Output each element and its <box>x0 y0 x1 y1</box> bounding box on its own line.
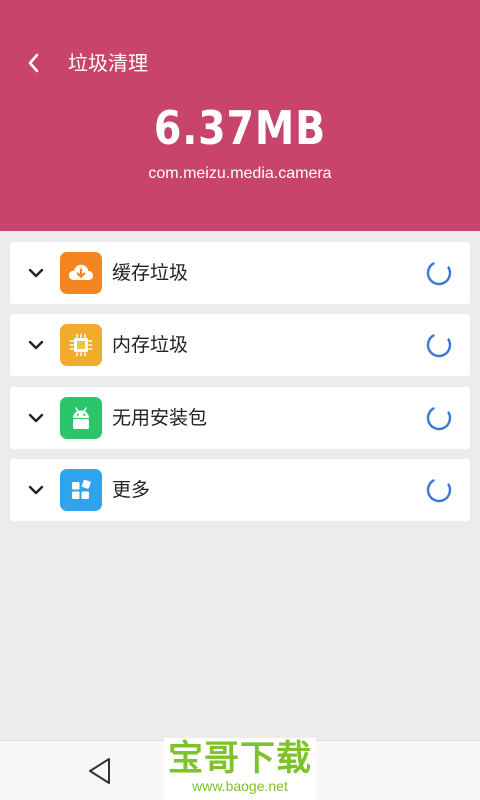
page-title: 垃圾清理 <box>68 51 148 75</box>
category-label: 更多 <box>112 479 151 501</box>
chip-icon <box>60 324 102 366</box>
category-label: 无用安装包 <box>112 407 208 429</box>
watermark: 宝哥下载 www.baoge.net <box>164 738 316 800</box>
loading-spinner-icon <box>426 262 452 286</box>
junk-size-value: 6.37MB <box>153 101 327 155</box>
loading-spinner-icon <box>426 479 452 503</box>
loading-spinner-icon <box>426 407 452 431</box>
apps-icon <box>60 469 102 511</box>
category-card-apk[interactable]: 无用安装包 <box>10 387 470 449</box>
android-icon <box>60 397 102 439</box>
nav-back-icon[interactable] <box>86 755 114 787</box>
watermark-url: www.baoge.net <box>192 778 288 794</box>
category-label: 内存垃圾 <box>112 334 189 356</box>
chevron-down-icon[interactable] <box>26 335 46 355</box>
category-card-memory[interactable]: 内存垃圾 <box>10 314 470 376</box>
package-name: com.meizu.media.camera <box>148 165 332 182</box>
back-button[interactable] <box>20 50 46 76</box>
cloud-download-icon <box>60 252 102 294</box>
category-card-cache[interactable]: 缓存垃圾 <box>10 242 470 304</box>
category-card-more[interactable]: 更多 <box>10 459 470 521</box>
chevron-down-icon[interactable] <box>26 408 46 428</box>
chevron-left-icon <box>28 53 39 73</box>
watermark-title: 宝哥下载 <box>167 739 312 779</box>
chevron-down-icon[interactable] <box>26 263 46 283</box>
header: 垃圾清理 6.37MB com.meizu.media.camera <box>0 0 480 231</box>
category-label: 缓存垃圾 <box>112 262 189 284</box>
chevron-down-icon[interactable] <box>26 480 46 500</box>
loading-spinner-icon <box>426 334 452 358</box>
screen: 垃圾清理 6.37MB com.meizu.media.camera 缓存垃圾 <box>0 0 480 800</box>
